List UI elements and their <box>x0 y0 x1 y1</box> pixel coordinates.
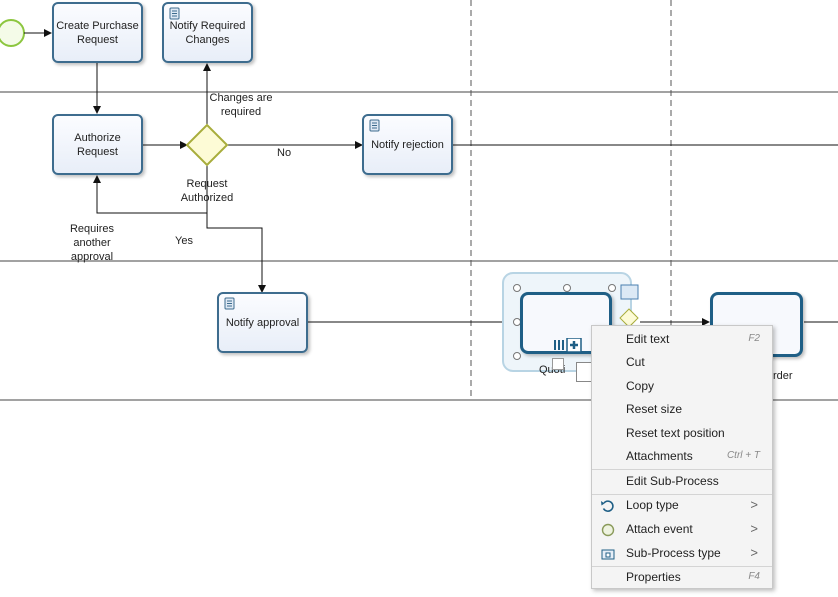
menu-item-label: Reset size <box>626 402 683 416</box>
menu-item-cut[interactable]: Cut <box>592 351 772 374</box>
task-label: Authorize Request <box>74 131 121 158</box>
menu-item-reset-size[interactable]: Reset size <box>592 398 772 421</box>
menu-item-label: Cut <box>626 355 645 369</box>
menu-item-shortcut: F2 <box>748 333 760 344</box>
task-create-purchase-request[interactable]: Create Purchase Request <box>52 2 143 63</box>
menu-item-label: Edit text <box>626 332 670 346</box>
script-task-icon <box>224 297 235 310</box>
menu-item-label: Edit Sub-Process <box>626 474 719 488</box>
flow-label-no[interactable]: No <box>277 146 291 160</box>
task-notify-required-changes[interactable]: Notify Required Changes <box>162 2 253 63</box>
task-label: Create Purchase Request <box>56 19 139 46</box>
menu-item-label: Reset text position <box>626 426 725 440</box>
menu-item-reset-text-position[interactable]: Reset text position <box>592 422 772 445</box>
gateway-label[interactable]: Request Authorized <box>176 177 238 205</box>
subprocess-icon <box>601 549 615 560</box>
quick-action-data-icon[interactable] <box>576 362 592 382</box>
submenu-arrow-icon: > <box>750 497 758 512</box>
menu-item-label: Attach event <box>626 522 693 536</box>
flow-label-changes-required[interactable]: Changes are required <box>209 91 273 119</box>
context-menu: Edit text F2 Cut Copy Reset size Reset t… <box>591 325 773 589</box>
submenu-arrow-icon: > <box>750 521 758 536</box>
start-event[interactable] <box>0 19 25 47</box>
task-authorize-request[interactable]: Authorize Request <box>52 114 143 175</box>
task-notify-approval[interactable]: Notify approval <box>217 292 308 353</box>
script-task-icon <box>369 119 380 132</box>
menu-item-attach-event[interactable]: Attach event > <box>592 518 772 541</box>
menu-item-edit-text[interactable]: Edit text F2 <box>592 328 772 351</box>
task-label: Notify approval <box>225 316 300 329</box>
menu-item-label: Loop type <box>626 498 679 512</box>
script-task-icon <box>169 7 180 20</box>
menu-item-label: Attachments <box>626 449 693 463</box>
quick-action-annotation-icon[interactable] <box>552 358 564 370</box>
task-label: Notify Required Changes <box>169 19 246 46</box>
menu-item-copy[interactable]: Copy <box>592 375 772 398</box>
menu-item-shortcut: Ctrl + T <box>726 450 760 461</box>
task-notify-rejection[interactable]: Notify rejection <box>362 114 453 175</box>
loop-icon <box>601 500 614 512</box>
menu-item-label: Copy <box>626 379 655 393</box>
menu-item-sub-process-type[interactable]: Sub-Process type > <box>592 542 772 565</box>
menu-item-loop-type[interactable]: Loop type > <box>592 494 772 517</box>
menu-item-attachments[interactable]: Attachments Ctrl + T <box>592 445 772 468</box>
event-icon <box>601 523 615 537</box>
task-label: rder <box>773 370 793 382</box>
subprocess-markers-icon <box>554 338 582 352</box>
flow-label-yes[interactable]: Yes <box>175 234 193 248</box>
menu-item-label: Properties <box>626 570 681 584</box>
submenu-arrow-icon: > <box>750 545 758 560</box>
menu-item-properties[interactable]: Properties F4 <box>592 566 772 589</box>
flow-label-requires-another-approval[interactable]: Requires another approval <box>62 222 122 264</box>
menu-item-label: Sub-Process type <box>626 546 721 560</box>
exclusive-gateway[interactable] <box>185 123 229 167</box>
task-label: Notify rejection <box>371 138 444 151</box>
menu-item-edit-sub-process[interactable]: Edit Sub-Process <box>592 470 772 493</box>
menu-item-shortcut: F4 <box>748 571 760 582</box>
quick-action-task-icon[interactable] <box>620 284 639 300</box>
